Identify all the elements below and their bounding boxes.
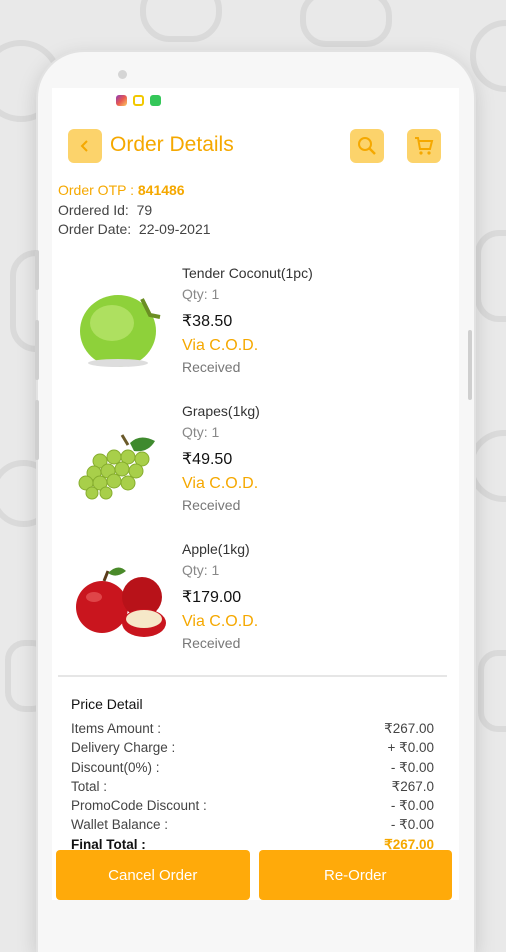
status-bar bbox=[116, 95, 161, 106]
price-row-wallet: Wallet Balance : - ₹0.00 bbox=[71, 817, 434, 836]
item-qty: Qty: 1 bbox=[182, 424, 220, 440]
price-row-total: Total : ₹267.0 bbox=[71, 779, 434, 798]
cart-button[interactable] bbox=[407, 129, 441, 163]
row-value: - ₹0.00 bbox=[390, 759, 434, 775]
chevron-left-icon bbox=[80, 140, 88, 152]
order-date: Order Date: 22-09-2021 bbox=[58, 221, 211, 237]
order-id-value: 79 bbox=[136, 202, 153, 218]
item-status: Received bbox=[182, 497, 241, 513]
order-id-label: Ordered Id: bbox=[58, 202, 129, 218]
item-price: ₹38.50 bbox=[182, 313, 233, 330]
row-label: Delivery Charge : bbox=[71, 740, 176, 756]
order-date-label: Order Date: bbox=[58, 221, 132, 237]
bottom-actions: Cancel Order Re-Order bbox=[56, 850, 452, 900]
otp-value: 841486 bbox=[137, 182, 185, 198]
back-button[interactable] bbox=[68, 129, 102, 163]
payment-method: Via C.O.D. bbox=[182, 475, 259, 492]
item-qty: Qty: 1 bbox=[182, 562, 220, 578]
price-detail: Price Detail Items Amount : ₹267.00 Deliv… bbox=[71, 696, 434, 856]
price-row-items-amount: Items Amount : ₹267.00 bbox=[71, 721, 434, 740]
payment-method: Via C.O.D. bbox=[182, 613, 259, 630]
cart-icon bbox=[415, 137, 434, 155]
item-status: Received bbox=[182, 359, 241, 375]
search-button[interactable] bbox=[350, 129, 384, 163]
phone-side-button bbox=[35, 320, 39, 380]
row-label: Items Amount : bbox=[71, 721, 162, 736]
item-name: Grapes(1kg) bbox=[182, 403, 260, 419]
row-value: - ₹0.00 bbox=[390, 817, 434, 833]
grapes-image bbox=[78, 434, 155, 500]
row-value: ₹267.00 bbox=[384, 721, 434, 736]
snapchat-icon bbox=[133, 95, 144, 106]
item-qty: Qty: 1 bbox=[182, 286, 220, 302]
divider bbox=[58, 675, 447, 677]
item-price: ₹49.50 bbox=[182, 451, 233, 468]
app-icon bbox=[150, 95, 161, 106]
reorder-button[interactable]: Re-Order bbox=[258, 850, 452, 900]
header: Order Details bbox=[52, 128, 459, 164]
row-value: ₹267.0 bbox=[391, 778, 434, 794]
instagram-icon bbox=[116, 95, 127, 106]
order-otp: Order OTP : 841486 bbox=[58, 182, 185, 198]
coconut-image bbox=[80, 295, 161, 367]
phone-side-button bbox=[35, 250, 39, 290]
row-label: Wallet Balance : bbox=[71, 817, 169, 833]
list-item[interactable]: Grapes(1kg) Qty: 1 ₹49.50 Via C.O.D. Rec… bbox=[52, 403, 459, 533]
app-screen: Order Details Order OTP : 841486 Ordered… bbox=[52, 88, 459, 900]
order-id: Ordered Id: 79 bbox=[58, 202, 152, 218]
front-camera bbox=[118, 70, 127, 79]
otp-label: Order OTP : bbox=[58, 182, 134, 198]
phone-side-button bbox=[35, 400, 39, 460]
page-title: Order Details bbox=[110, 133, 234, 156]
row-label: Total : bbox=[71, 778, 108, 794]
row-label: PromoCode Discount : bbox=[71, 798, 207, 814]
search-icon bbox=[358, 137, 376, 155]
item-name: Apple(1kg) bbox=[182, 541, 250, 557]
payment-method: Via C.O.D. bbox=[182, 337, 259, 354]
row-value: - ₹0.00 bbox=[390, 798, 434, 814]
list-item[interactable]: Tender Coconut(1pc) Qty: 1 ₹38.50 Via C.… bbox=[52, 265, 459, 395]
item-name: Tender Coconut(1pc) bbox=[182, 265, 313, 281]
row-label: Discount(0%) : bbox=[71, 759, 160, 775]
phone-side-button bbox=[468, 330, 472, 400]
item-price: ₹179.00 bbox=[182, 589, 242, 606]
list-item[interactable]: Apple(1kg) Qty: 1 ₹179.00 Via C.O.D. Rec… bbox=[52, 541, 459, 671]
item-status: Received bbox=[182, 635, 241, 651]
price-row-promo: PromoCode Discount : - ₹0.00 bbox=[71, 798, 434, 817]
cancel-order-button[interactable]: Cancel Order bbox=[56, 850, 250, 900]
price-row-delivery: Delivery Charge : + ₹0.00 bbox=[71, 740, 434, 759]
price-detail-title: Price Detail bbox=[71, 696, 143, 712]
price-row-discount: Discount(0%) : - ₹0.00 bbox=[71, 760, 434, 779]
apples-image bbox=[76, 567, 166, 637]
row-value: + ₹0.00 bbox=[387, 740, 435, 756]
order-date-value: 22-09-2021 bbox=[138, 221, 211, 237]
